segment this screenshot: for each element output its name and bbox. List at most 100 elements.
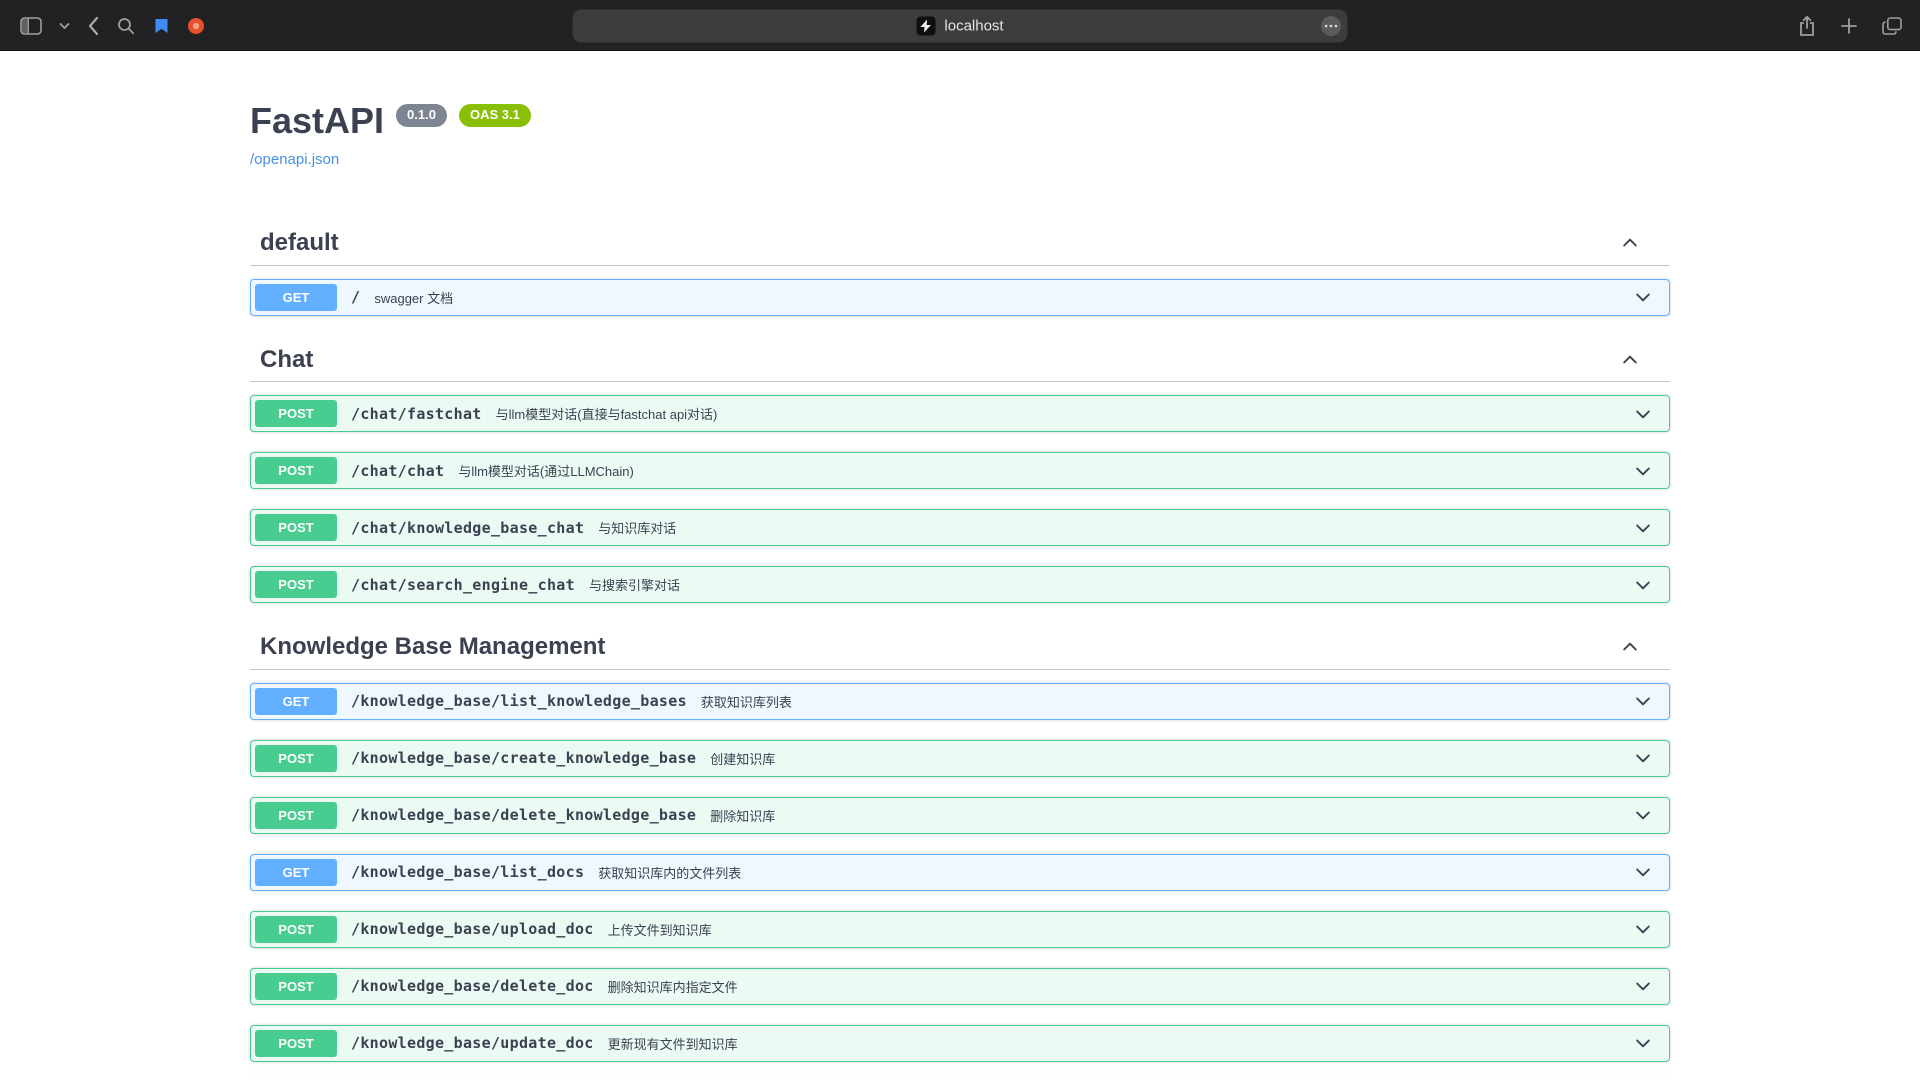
api-tag-section-default: default GET/swagger 文档 (250, 219, 1670, 316)
method-badge: POST (255, 571, 337, 598)
method-badge: POST (255, 916, 337, 943)
method-badge: POST (255, 514, 337, 541)
opblock-get-knowledge-base-list-knowledge-bases: GET/knowledge_base/list_knowledge_bases 获… (250, 683, 1670, 720)
endpoint-summary[interactable]: POST/chat/knowledge_base_chat 与知识库对话 (251, 510, 1669, 545)
share-button[interactable] (1798, 15, 1816, 37)
opblock-post-knowledge-base-upload-doc: POST/knowledge_base/upload_doc上传文件到知识库 (250, 911, 1670, 948)
endpoint-summary[interactable]: POST/knowledge_base/delete_knowledge_bas… (251, 798, 1669, 833)
tag-title: default (260, 229, 1620, 257)
opblock-post-chat-fastchat: POST/chat/fastchat 与llm模型对话(直接与fastchat a… (250, 395, 1670, 432)
endpoint-summary[interactable]: POST/chat/search_engine_chat 与搜索引擎对话 (251, 567, 1669, 602)
search-icon[interactable] (116, 16, 136, 36)
collapse-chevron-up-icon (1620, 233, 1640, 253)
api-sections: default GET/swagger 文档 Chat POST/chat/fastc… (250, 219, 1670, 1080)
collapse-chevron-up-icon (1620, 350, 1640, 370)
endpoint-description: 获取知识库内的文件列表 (598, 863, 741, 882)
oas-version-badge: OAS 3.1 (459, 104, 531, 127)
tag-header-default[interactable]: default (250, 219, 1670, 266)
expand-chevron-down-icon (1633, 691, 1653, 711)
endpoint-description: 与搜索引擎对话 (589, 575, 680, 594)
endpoint-summary[interactable]: GET/knowledge_base/list_knowledge_bases 获… (251, 684, 1669, 719)
expand-chevron-down-icon (1633, 287, 1653, 307)
opblock-post-chat-chat: POST/chat/chat 与llm模型对话(通过LLMChain) (250, 452, 1670, 489)
endpoint-summary[interactable]: POST/knowledge_base/upload_doc上传文件到知识库 (251, 912, 1669, 947)
endpoint-description: swagger 文档 (374, 288, 453, 307)
expand-chevron-down-icon (1633, 461, 1653, 481)
endpoint-path: /knowledge_base/create_knowledge_base (351, 749, 696, 767)
endpoint-path: /chat/knowledge_base_chat (351, 519, 584, 537)
endpoint-description: 上传文件到知识库 (608, 920, 712, 939)
opblock-post-knowledge-base-create-knowledge-base: POST/knowledge_base/create_knowledge_bas… (250, 740, 1670, 777)
extension-blue-icon[interactable] (153, 17, 170, 35)
api-title-row: FastAPI 0.1.0 OAS 3.1 (250, 99, 1670, 142)
endpoint-path: /knowledge_base/update_doc (351, 1034, 594, 1052)
endpoint-description: 创建知识库 (710, 749, 775, 768)
endpoint-description: 与知识库对话 (598, 518, 676, 537)
opblock-post-chat-knowledge-base-chat: POST/chat/knowledge_base_chat 与知识库对话 (250, 509, 1670, 546)
page-more-button[interactable] (1321, 15, 1342, 36)
method-badge: GET (255, 859, 337, 886)
endpoint-path: /knowledge_base/delete_knowledge_base (351, 806, 696, 824)
extension-orange-icon[interactable] (187, 17, 205, 35)
sidebar-toggle-button[interactable] (20, 17, 42, 35)
api-info-block: FastAPI 0.1.0 OAS 3.1 /openapi.json (250, 99, 1670, 169)
endpoint-summary[interactable]: POST/chat/fastchat 与llm模型对话(直接与fastchat a… (251, 396, 1669, 431)
endpoint-description: 与llm模型对话(直接与fastchat api对话) (496, 404, 718, 423)
expand-chevron-down-icon (1633, 404, 1653, 424)
new-tab-button[interactable] (1840, 17, 1858, 35)
endpoint-path: /knowledge_base/delete_doc (351, 977, 594, 995)
endpoint-description: 与llm模型对话(通过LLMChain) (458, 461, 634, 480)
expand-chevron-down-icon (1633, 862, 1653, 882)
opblock-post-knowledge-base-delete-doc: POST/knowledge_base/delete_doc删除知识库内指定文件 (250, 968, 1670, 1005)
site-favicon-icon (916, 16, 935, 35)
method-badge: POST (255, 745, 337, 772)
endpoint-description: 获取知识库列表 (701, 692, 792, 711)
method-badge: POST (255, 973, 337, 1000)
chevron-down-icon[interactable] (59, 22, 70, 30)
api-version-badge: 0.1.0 (396, 104, 447, 127)
tag-title: Knowledge Base Management (260, 633, 1620, 661)
expand-chevron-down-icon (1633, 1033, 1653, 1053)
endpoint-path: /chat/search_engine_chat (351, 576, 575, 594)
openapi-spec-link[interactable]: /openapi.json (250, 151, 339, 168)
expand-chevron-down-icon (1633, 575, 1653, 595)
tab-overview-button[interactable] (1882, 17, 1902, 35)
opblock-post-chat-search-engine-chat: POST/chat/search_engine_chat 与搜索引擎对话 (250, 566, 1670, 603)
url-text: localhost (944, 18, 1003, 33)
endpoint-description: 更新现有文件到知识库 (608, 1034, 738, 1053)
method-badge: POST (255, 457, 337, 484)
method-badge: GET (255, 688, 337, 715)
tag-header-knowledge-base-management[interactable]: Knowledge Base Management (250, 623, 1670, 670)
tag-title: Chat (260, 346, 1620, 374)
expand-chevron-down-icon (1633, 976, 1653, 996)
opblock-get-knowledge-base-list-docs: GET/knowledge_base/list_docs 获取知识库内的文件列表 (250, 854, 1670, 891)
endpoint-path: /knowledge_base/list_knowledge_bases (351, 692, 687, 710)
method-badge: GET (255, 284, 337, 311)
method-badge: POST (255, 1030, 337, 1057)
endpoint-description: 删除知识库 (710, 806, 775, 825)
back-button[interactable] (87, 16, 99, 36)
expand-chevron-down-icon (1633, 518, 1653, 538)
address-bar[interactable]: localhost (573, 9, 1348, 42)
endpoint-summary[interactable]: GET/swagger 文档 (251, 280, 1669, 315)
api-tag-section-chat: Chat POST/chat/fastchat 与llm模型对话(直接与fastch… (250, 336, 1670, 604)
endpoint-summary[interactable]: POST/knowledge_base/delete_doc删除知识库内指定文件 (251, 969, 1669, 1004)
collapse-chevron-up-icon (1620, 637, 1640, 657)
endpoint-path: /knowledge_base/list_docs (351, 863, 584, 881)
endpoint-summary[interactable]: POST/knowledge_base/create_knowledge_bas… (251, 741, 1669, 776)
method-badge: POST (255, 400, 337, 427)
expand-chevron-down-icon (1633, 805, 1653, 825)
toolbar-left-group (0, 0, 205, 51)
endpoint-summary[interactable]: POST/knowledge_base/update_doc 更新现有文件到知识库 (251, 1026, 1669, 1061)
api-title: FastAPI (250, 99, 384, 142)
endpoint-path: /chat/chat (351, 462, 444, 480)
toolbar-right-group (1798, 0, 1902, 51)
expand-chevron-down-icon (1633, 919, 1653, 939)
endpoint-summary[interactable]: GET/knowledge_base/list_docs 获取知识库内的文件列表 (251, 855, 1669, 890)
tag-header-chat[interactable]: Chat (250, 336, 1670, 383)
method-badge: POST (255, 802, 337, 829)
endpoint-path: /chat/fastchat (351, 405, 482, 423)
opblock-post-knowledge-base-delete-knowledge-base: POST/knowledge_base/delete_knowledge_bas… (250, 797, 1670, 834)
swagger-wrapper: FastAPI 0.1.0 OAS 3.1 /openapi.json defa… (230, 99, 1690, 1080)
endpoint-summary[interactable]: POST/chat/chat 与llm模型对话(通过LLMChain) (251, 453, 1669, 488)
